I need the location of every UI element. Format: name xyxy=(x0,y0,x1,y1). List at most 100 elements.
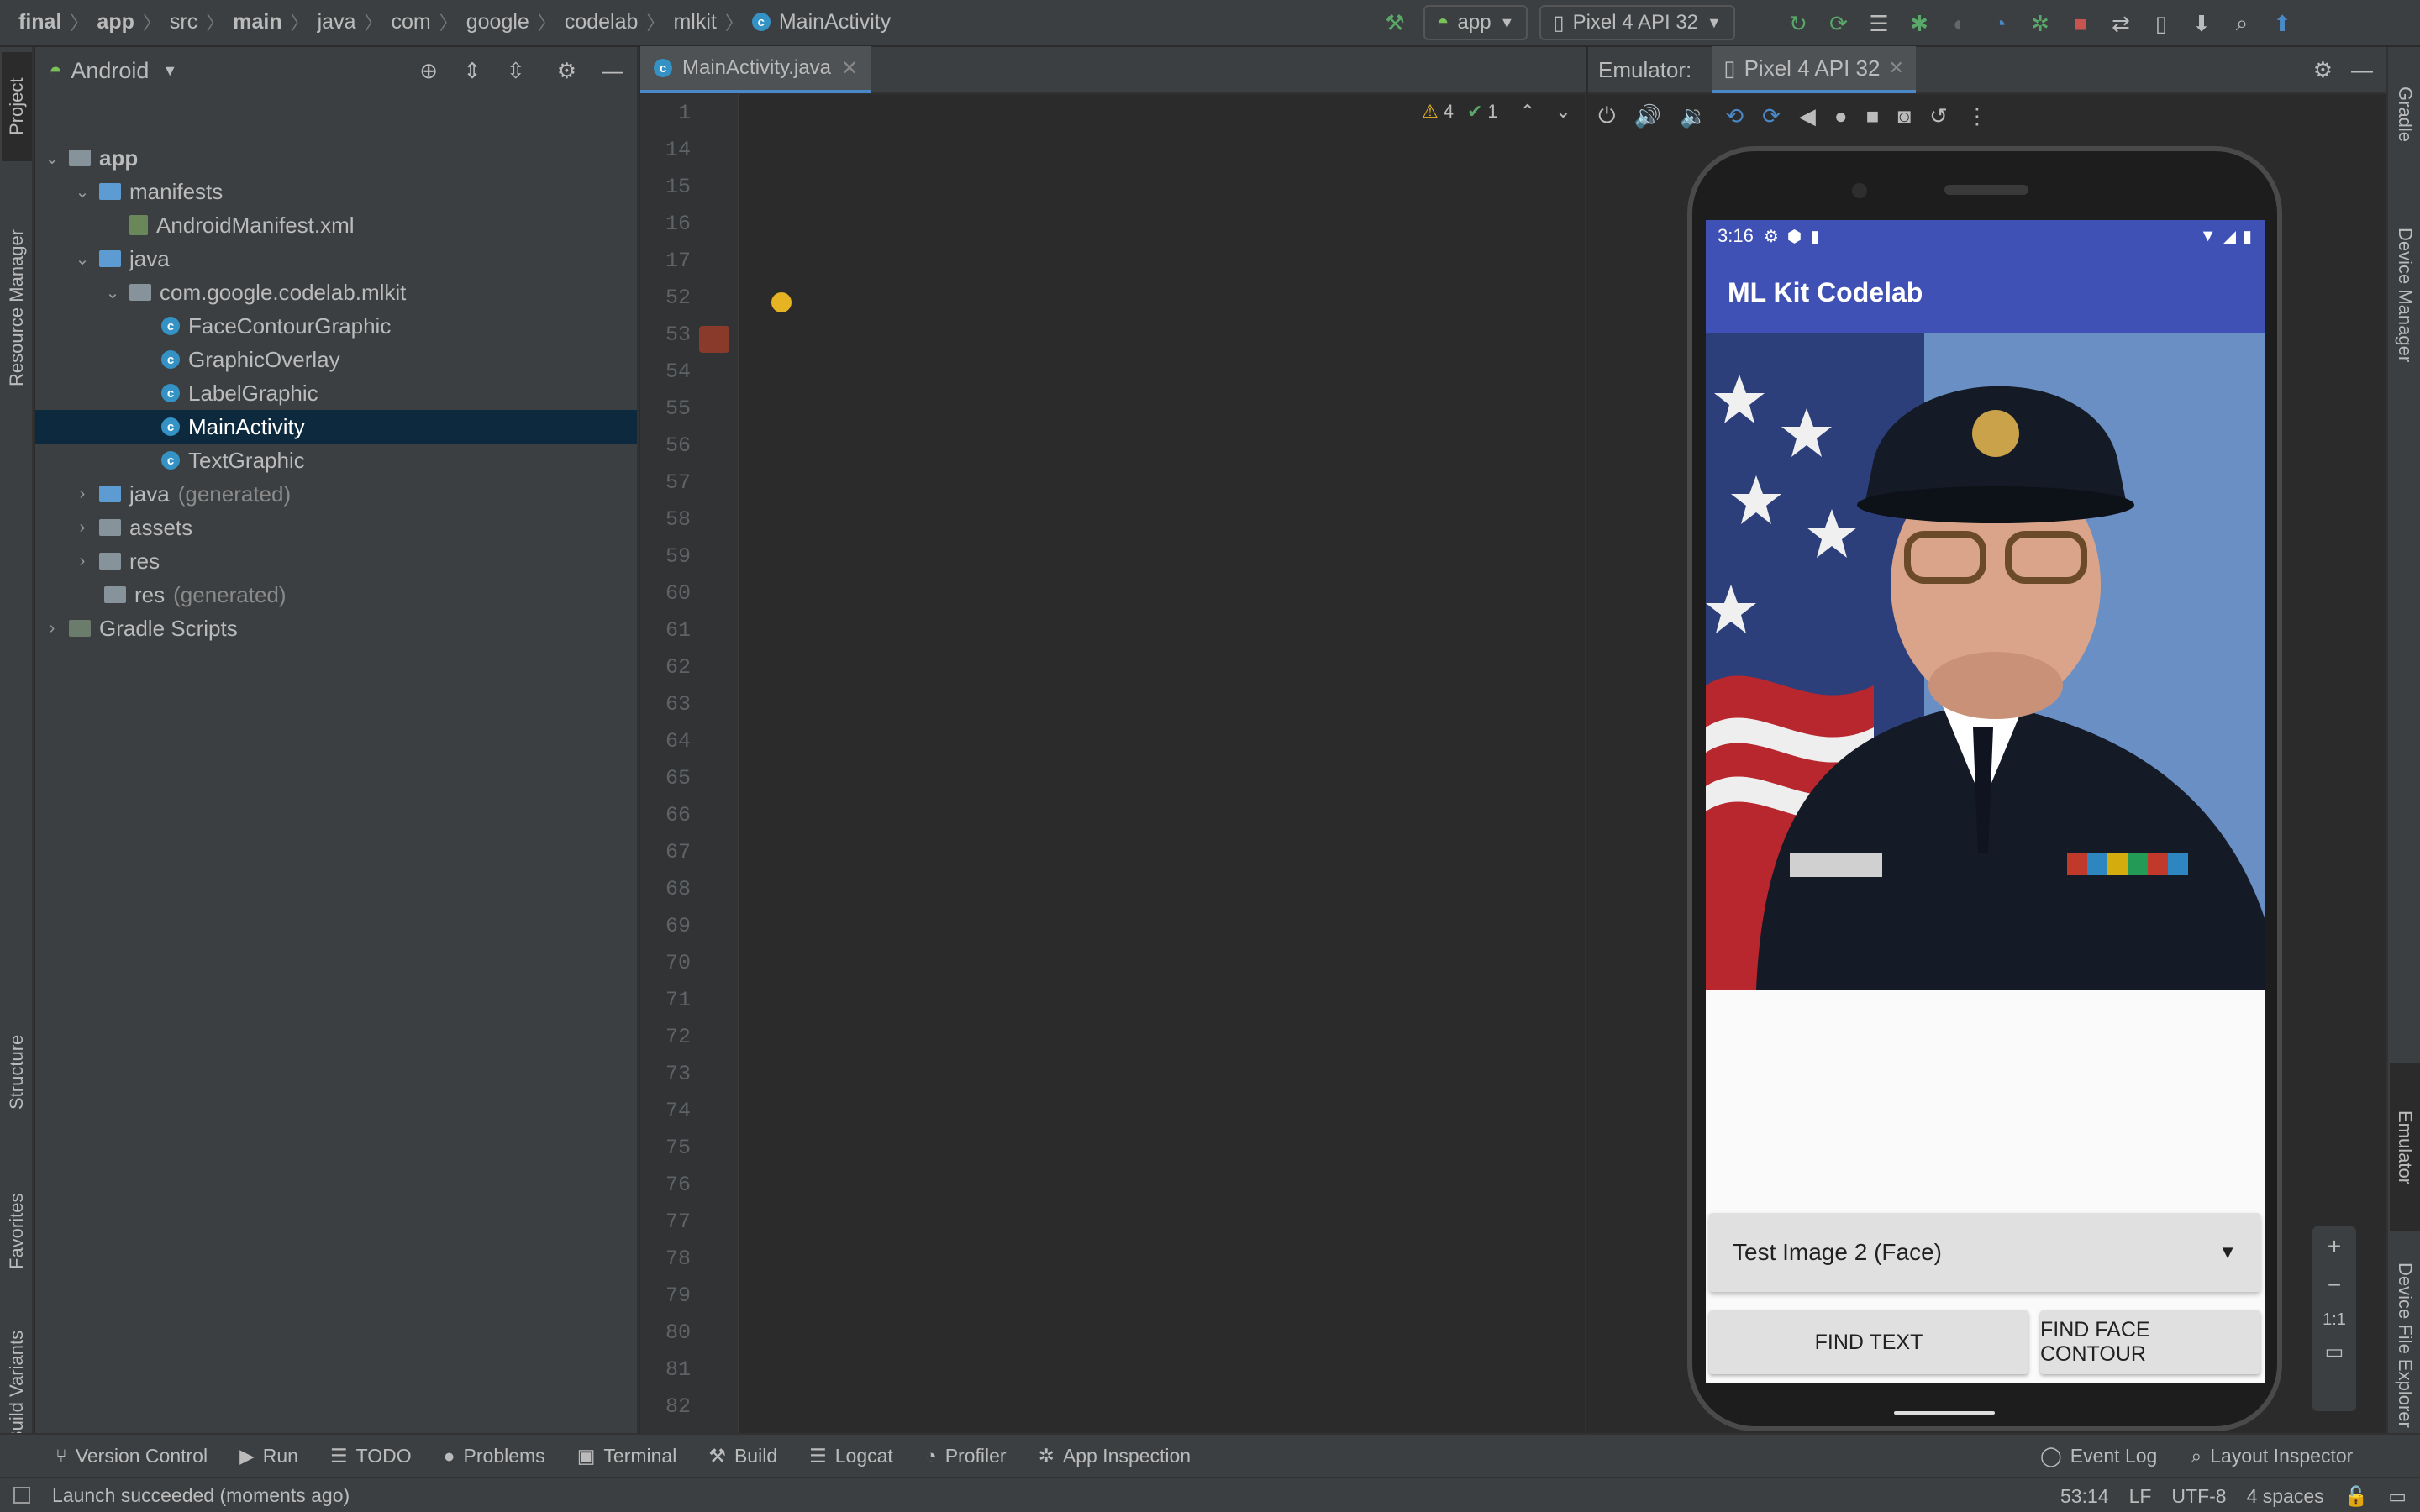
toggle-tool-windows-icon[interactable] xyxy=(13,1487,30,1504)
power-icon[interactable]: ⏻ xyxy=(1598,102,1616,129)
indent-setting[interactable]: 4 spaces xyxy=(2247,1485,2324,1508)
tree-node-java-generated[interactable]: › java (generated) xyxy=(74,477,291,511)
line-separator[interactable]: LF xyxy=(2129,1485,2152,1508)
breadcrumb-item[interactable]: java xyxy=(318,10,356,34)
gear-icon[interactable]: ⚙ xyxy=(2313,57,2333,83)
overview-icon[interactable]: ■ xyxy=(1866,103,1880,129)
tree-node-androidmanifest[interactable]: AndroidManifest.xml xyxy=(129,208,355,242)
tab-device-manager[interactable]: Device Manager xyxy=(2390,181,2420,408)
profiler-icon[interactable]: ◔ xyxy=(1983,7,2017,40)
tree-node-textgraphic[interactable]: c TextGraphic xyxy=(161,444,305,477)
logcat-tab[interactable]: ☰ Logcat xyxy=(809,1445,893,1467)
tab-structure[interactable]: Structure xyxy=(2,988,32,1156)
tree-node-manifests[interactable]: ⌄ manifests xyxy=(74,175,224,208)
version-control-tab[interactable]: ⑂ Version Control xyxy=(55,1445,208,1467)
app-inspection-tab[interactable]: ✲ App Inspection xyxy=(1039,1445,1191,1467)
layout-inspector-tab[interactable]: ⌕ Layout Inspector xyxy=(2191,1445,2353,1467)
attach-debugger-icon[interactable]: ✲ xyxy=(2023,7,2057,40)
breadcrumb-item[interactable]: mlkit xyxy=(673,10,716,34)
breadcrumb-item[interactable]: codelab xyxy=(565,10,639,34)
minimize-icon[interactable]: — xyxy=(2351,57,2373,83)
apply-changes-restart-icon[interactable]: ↻ xyxy=(1781,7,1815,40)
terminal-tab[interactable]: ▣ Terminal xyxy=(577,1445,677,1467)
expand-all-icon[interactable]: ⇕ xyxy=(463,58,481,84)
breadcrumb-item[interactable]: src xyxy=(170,10,197,34)
snapshot-icon[interactable]: ↺ xyxy=(1929,103,1948,129)
gear-icon[interactable]: ⚙ xyxy=(557,58,576,84)
project-view-selector[interactable]: Android xyxy=(71,58,149,84)
breadcrumb-item[interactable]: main xyxy=(233,10,281,34)
breadcrumb-item[interactable]: google xyxy=(466,10,529,34)
tree-node-labelgraphic[interactable]: c LabelGraphic xyxy=(161,376,318,410)
caret-position[interactable]: 53:14 xyxy=(2060,1485,2109,1508)
rotate-right-icon[interactable]: ⟳ xyxy=(1762,103,1781,129)
search-icon[interactable]: ⌕ xyxy=(2225,7,2259,40)
collapse-all-icon[interactable]: ⇳ xyxy=(507,58,525,84)
update-icon[interactable]: ⬆ xyxy=(2265,7,2299,40)
problems-tab[interactable]: ● Problems xyxy=(444,1445,545,1467)
tab-gradle[interactable]: Gradle xyxy=(2390,64,2420,165)
breadcrumb-item[interactable]: final xyxy=(18,10,61,34)
chevron-down-icon[interactable]: ▼ xyxy=(162,62,177,80)
tab-resource-manager[interactable]: Resource Manager xyxy=(2,190,32,425)
build-tab[interactable]: ⚒ Build xyxy=(708,1445,777,1467)
find-text-button[interactable]: FIND TEXT xyxy=(1709,1310,2028,1374)
tree-node-gradle-scripts[interactable]: › Gradle Scripts xyxy=(44,612,238,645)
close-icon[interactable]: ✕ xyxy=(1888,57,1903,79)
tree-node-facecontourgraphic[interactable]: c FaceContourGraphic xyxy=(161,309,391,343)
tab-emulator-device[interactable]: ▯ Pixel 4 API 32 ✕ xyxy=(1712,46,1916,93)
test-image-spinner[interactable]: Test Image 2 (Face) ▼ xyxy=(1709,1213,2260,1292)
apply-code-changes-icon[interactable]: ⟳ xyxy=(1822,7,1855,40)
tree-node-res-generated[interactable]: res (generated) xyxy=(104,578,287,612)
zoom-actual-size[interactable]: 1:1 xyxy=(2312,1310,2356,1330)
todo-tab[interactable]: ☰ TODO xyxy=(330,1445,412,1467)
tree-node-app[interactable]: ⌄ app xyxy=(44,141,139,175)
memory-indicator-icon[interactable]: ▭ xyxy=(2388,1485,2407,1508)
profiler-tab[interactable]: ◔ Profiler xyxy=(925,1445,1007,1467)
volume-down-icon[interactable]: 🔉 xyxy=(1680,103,1707,129)
more-options-icon[interactable]: ⋮ xyxy=(1966,103,1988,129)
locate-icon[interactable]: ⊕ xyxy=(419,58,438,84)
rotate-left-icon[interactable]: ⟲ xyxy=(1725,103,1744,129)
tab-mainactivity[interactable]: c MainActivity.java ✕ xyxy=(640,46,872,93)
minimize-icon[interactable]: — xyxy=(602,58,623,84)
tab-emulator[interactable]: Emulator xyxy=(2390,1063,2420,1231)
tree-node-assets[interactable]: › assets xyxy=(74,511,193,544)
device-dropdown[interactable]: ▯ Pixel 4 API 32 ▼ xyxy=(1539,5,1735,40)
lock-icon[interactable]: 🔓 xyxy=(2344,1485,2369,1508)
run-tab[interactable]: ▶ Run xyxy=(239,1445,298,1467)
hammer-build-icon[interactable]: ⚒ xyxy=(1378,6,1412,39)
zoom-fit-icon[interactable]: ▭ xyxy=(2312,1340,2356,1364)
tab-favorites[interactable]: Favorites xyxy=(2,1164,32,1299)
device-manager-icon[interactable]: ▯ xyxy=(2144,7,2178,40)
file-encoding[interactable]: UTF-8 xyxy=(2171,1485,2226,1508)
zoom-in-icon[interactable]: + xyxy=(2312,1233,2356,1260)
zoom-out-icon[interactable]: − xyxy=(2312,1272,2356,1299)
tab-device-file-explorer[interactable]: Device File Explorer xyxy=(2390,1223,2420,1467)
breadcrumb-item[interactable]: MainActivity xyxy=(779,10,891,34)
tree-label: LabelGraphic xyxy=(188,380,318,406)
tree-node-package[interactable]: ⌄ com.google.codelab.mlkit xyxy=(104,276,407,309)
find-face-contour-button[interactable]: FIND FACE CONTOUR xyxy=(2040,1310,2260,1374)
run-coverage-icon[interactable]: ☰ xyxy=(1862,7,1896,40)
run-config-dropdown[interactable]: ◓ app ▼ xyxy=(1423,5,1528,40)
profile-icon[interactable]: ◐ xyxy=(1943,7,1976,40)
tree-node-java[interactable]: ⌄ java xyxy=(74,242,170,276)
back-icon[interactable]: ◀ xyxy=(1799,103,1816,129)
breadcrumb-item[interactable]: app xyxy=(97,10,134,34)
sync-gradle-icon[interactable]: ⇄ xyxy=(2104,7,2138,40)
tree-node-res[interactable]: › res xyxy=(74,544,160,578)
volume-up-icon[interactable]: 🔊 xyxy=(1634,103,1661,129)
home-icon[interactable]: ● xyxy=(1834,103,1848,129)
tree-node-mainactivity[interactable]: c MainActivity xyxy=(161,410,305,444)
event-log-tab[interactable]: ◯ Event Log xyxy=(2040,1445,2157,1467)
tab-project[interactable]: Project xyxy=(2,52,32,161)
debug-icon[interactable]: ✱ xyxy=(1902,7,1936,40)
stop-icon[interactable]: ■ xyxy=(2064,7,2097,40)
camera-icon[interactable]: ◙ xyxy=(1897,103,1911,129)
breadcrumb-item[interactable]: com xyxy=(392,10,431,34)
tree-node-graphicoverlay[interactable]: c GraphicOverlay xyxy=(161,343,340,376)
lightbulb-icon[interactable] xyxy=(771,292,792,312)
sdk-manager-icon[interactable]: ⬇ xyxy=(2185,7,2218,40)
close-icon[interactable]: ✕ xyxy=(841,56,858,81)
